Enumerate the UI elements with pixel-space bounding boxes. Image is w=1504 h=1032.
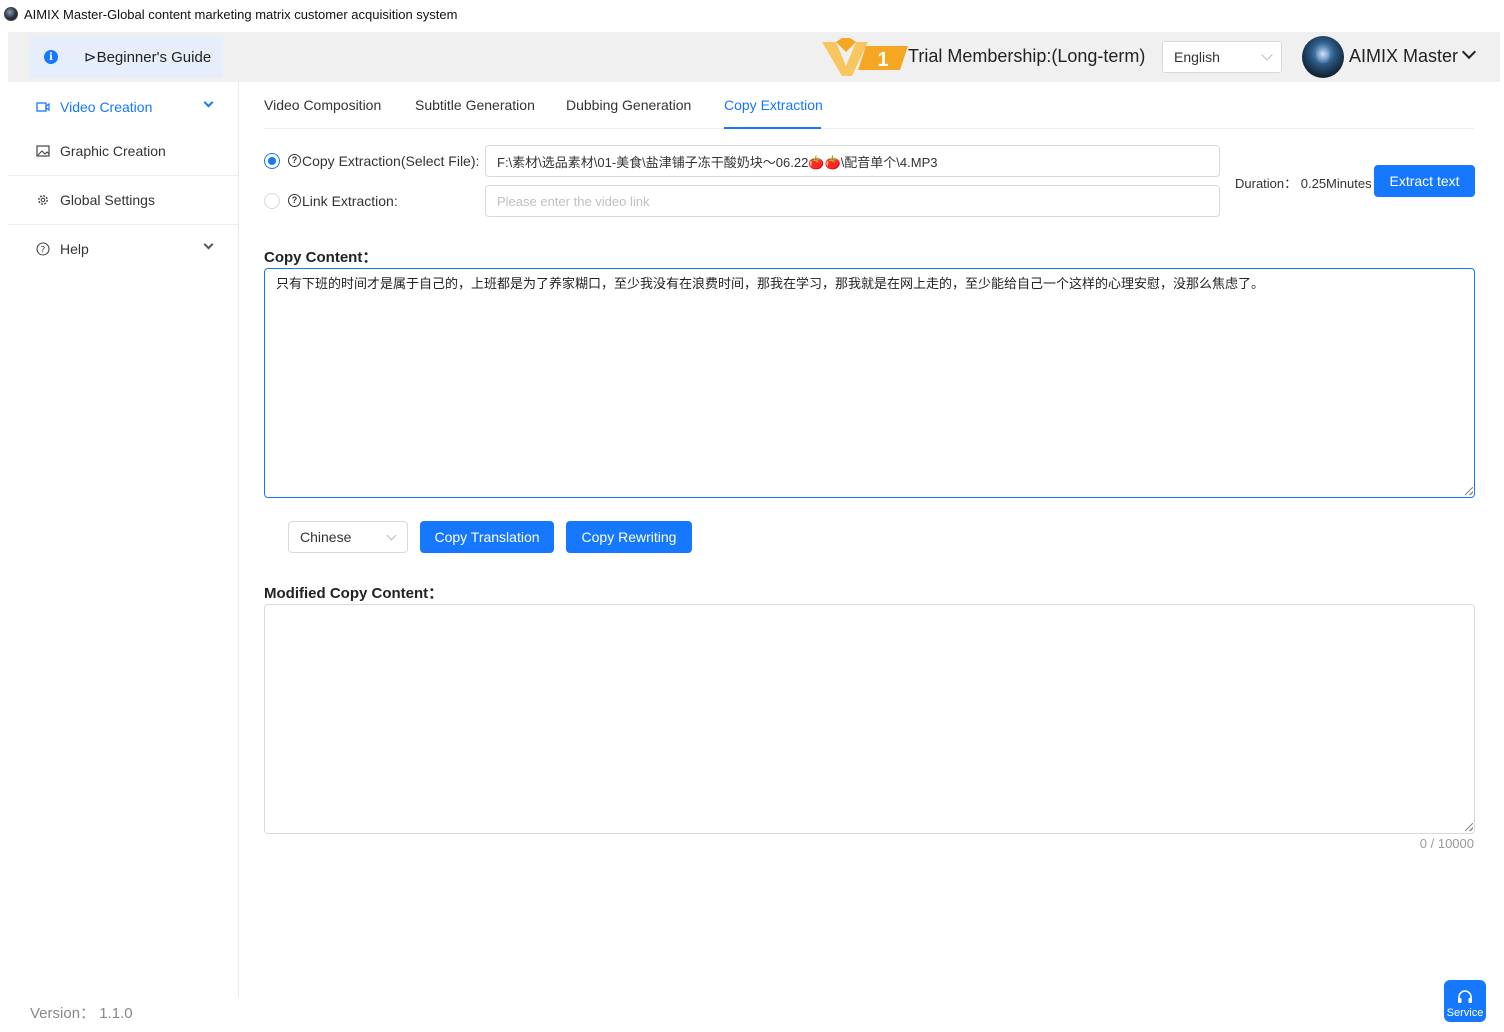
tab-video-composition[interactable]: Video Composition [264,97,381,113]
app-version: Version： 1.1.0 [30,1005,133,1022]
sidebar-item-label: Video Creation [60,99,153,115]
avatar[interactable] [1302,36,1344,78]
sidebar-item-label: Help [60,241,89,257]
gear-icon [38,195,48,205]
window-titlebar: AIMIX Master-Global content marketing ma… [0,0,1504,28]
file-extraction-label: Copy Extraction(Select File): [302,153,480,169]
question-icon[interactable]: ? [288,194,301,207]
info-icon[interactable]: i [44,50,58,64]
vip-badge-icon: 1 [822,38,908,76]
modified-copy-content-title: Modified Copy Content： [264,585,444,602]
file-path-input[interactable]: F:\素材\选品素材\01-美食\盐津铺子冻干酸奶块～06.22🍅🍅\配音单个\… [485,145,1220,177]
tab-subtitle-generation[interactable]: Subtitle Generation [415,97,535,113]
service-button[interactable]: Service [1444,980,1486,1022]
image-icon [36,145,50,157]
help-icon: ? [36,242,50,256]
membership-label: Trial Membership:(Long-term) [908,46,1146,66]
svg-text:?: ? [41,246,46,256]
vip-level: 1 [877,49,888,71]
file-extraction-radio[interactable] [264,153,280,169]
video-link-input[interactable] [485,185,1220,217]
user-menu-chevron-icon[interactable] [1461,44,1477,60]
file-path-value: F:\素材\选品素材\01-美食\盐津铺子冻干酸奶块～06.22🍅🍅\配音单个\… [497,154,938,170]
extract-text-button[interactable]: Extract text [1374,165,1475,197]
copy-content-title: Copy Content： [264,249,378,266]
character-counter: 0 / 10000 [1419,836,1474,851]
app-logo-icon [4,7,18,21]
language-select[interactable]: English [1162,41,1282,73]
question-icon[interactable]: ? [288,154,301,167]
sidebar-item-global-settings[interactable]: Global Settings [8,178,238,222]
copy-translation-button[interactable]: Copy Translation [420,521,554,553]
video-icon [36,102,50,112]
active-tab-indicator [724,127,821,129]
target-language-select[interactable]: Chinese [288,521,408,553]
chevron-down-icon [386,530,397,541]
language-value: English [1174,49,1220,65]
target-language-value: Chinese [300,529,352,545]
copy-rewriting-button[interactable]: Copy Rewriting [566,521,692,553]
modified-copy-content-textarea[interactable] [264,604,1475,834]
sidebar-divider [8,175,238,176]
tab-dubbing-generation[interactable]: Dubbing Generation [566,97,691,113]
sidebar: Video Creation Graphic Creation Global S… [8,82,239,997]
service-label: Service [1446,1007,1484,1019]
beginners-guide-button[interactable]: ⊳Beginner's Guide [84,48,211,66]
sidebar-item-help[interactable]: ? Help [8,227,238,271]
beginners-guide-bar: i ⊳Beginner's Guide [30,36,223,78]
window-title: AIMIX Master-Global content marketing ma… [24,6,458,22]
link-extraction-label: Link Extraction: [302,193,398,209]
chevron-down-icon[interactable] [203,239,214,250]
sidebar-item-graphic-creation[interactable]: Graphic Creation [8,129,238,173]
user-name[interactable]: AIMIX Master [1349,46,1458,67]
top-header: i ⊳Beginner's Guide 1 Trial Membership:(… [8,32,1500,82]
tab-bar: Video Composition Subtitle Generation Du… [264,90,1474,129]
chevron-down-icon [1261,49,1273,61]
headset-icon [1458,990,1472,1003]
resize-handle-icon[interactable] [1465,487,1473,495]
sidebar-item-video-creation[interactable]: Video Creation [8,85,238,129]
chevron-down-icon[interactable] [203,97,214,108]
link-extraction-radio[interactable] [264,193,280,209]
sidebar-item-label: Graphic Creation [60,143,166,159]
resize-handle-icon[interactable] [1465,823,1473,831]
duration-label: Duration： 0.25Minutes [1235,176,1372,191]
copy-content-textarea[interactable]: 只有下班的时间才是属于自己的，上班都是为了养家糊口，至少我没有在浪费时间，那我在… [264,268,1475,498]
sidebar-item-label: Global Settings [60,192,155,208]
sidebar-divider [8,224,238,225]
tab-copy-extraction[interactable]: Copy Extraction [724,97,823,113]
